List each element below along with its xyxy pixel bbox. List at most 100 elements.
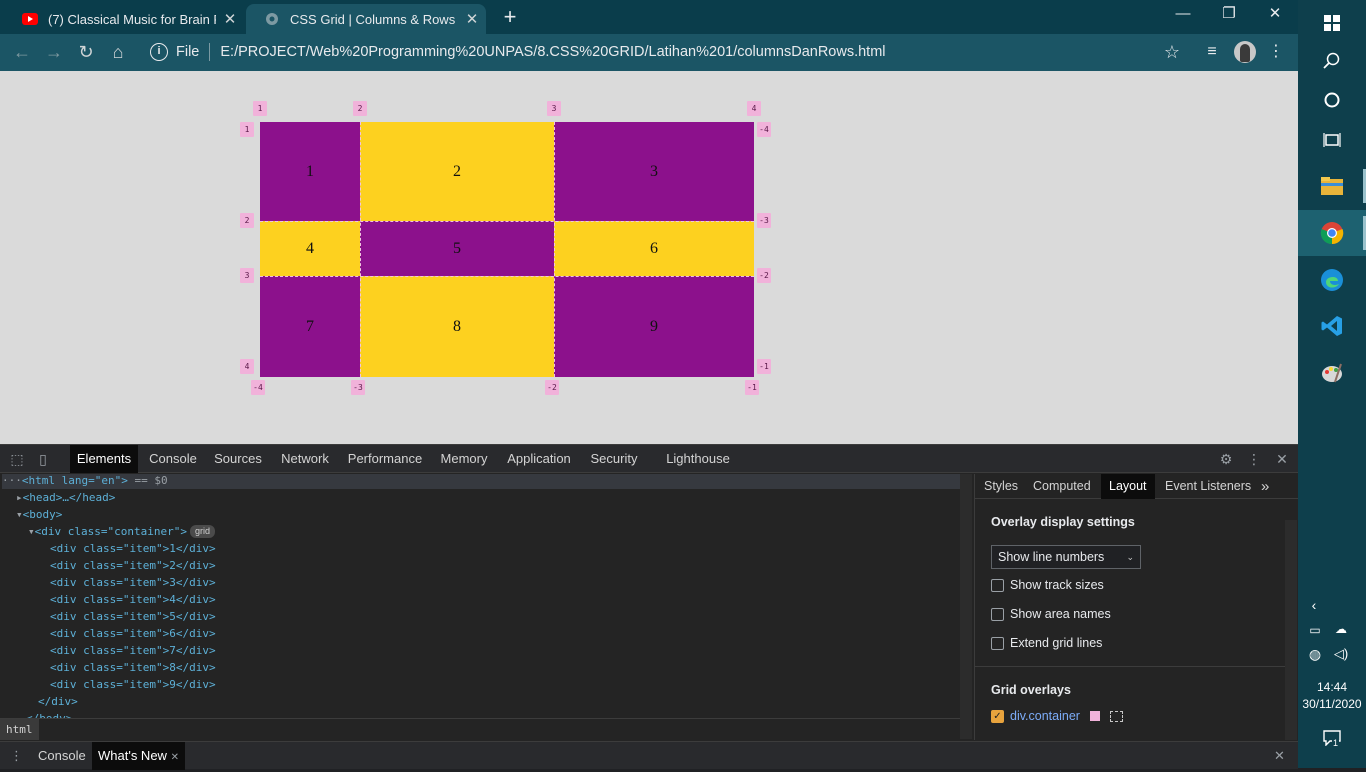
url-text[interactable]: E:/PROJECT/Web%20Programming%20UNPAS/8.C…	[220, 44, 885, 60]
drawer-tab-whats-new[interactable]: What's New ✕	[92, 742, 185, 770]
tab-security[interactable]: Security	[584, 445, 644, 473]
breadcrumb-item[interactable]: html	[0, 719, 39, 740]
tab-styles[interactable]: Styles	[984, 474, 1018, 499]
grid-line-label: 4	[747, 101, 761, 116]
tab-memory[interactable]: Memory	[434, 445, 494, 473]
grid-item-7: 7	[260, 276, 360, 377]
overlay-select[interactable]: Show line numbers ⌄	[991, 545, 1141, 569]
tab-application[interactable]: Application	[500, 445, 578, 473]
back-icon[interactable]: ←	[8, 38, 36, 66]
grid-item-4: 4	[260, 221, 360, 276]
clock-time[interactable]: 14:44	[1298, 680, 1366, 694]
ellipsis: ···	[2, 474, 22, 487]
battery-icon[interactable]: ▭	[1306, 623, 1324, 637]
tab-performance[interactable]: Performance	[342, 445, 428, 473]
bookmark-star-icon[interactable]: ☆	[1160, 38, 1184, 66]
new-tab-button[interactable]: +	[496, 4, 524, 32]
dom-node-head[interactable]: ▸<head>…</head>	[16, 489, 115, 506]
tab-lighthouse[interactable]: Lighthouse	[660, 445, 736, 473]
close-drawer-icon[interactable]: ✕	[1274, 742, 1285, 770]
maximize-button[interactable]: ❐	[1206, 0, 1252, 30]
more-tabs-icon[interactable]: »	[1261, 474, 1269, 499]
tab-network[interactable]: Network	[274, 445, 336, 473]
triangle-down-icon[interactable]: ▾	[16, 508, 23, 521]
forward-icon[interactable]: →	[40, 38, 68, 66]
drawer-menu-icon[interactable]: ⋮	[10, 742, 23, 770]
media-control-icon[interactable]: ≡	[1198, 38, 1226, 66]
menu-kebab-icon[interactable]: ⋮	[1262, 38, 1290, 66]
notification-center-icon[interactable]: 1	[1320, 730, 1344, 750]
color-swatch[interactable]	[1089, 711, 1100, 721]
edge-icon[interactable]	[1298, 257, 1366, 303]
task-view-icon[interactable]	[1298, 117, 1366, 163]
sidebar-scrollbar[interactable]	[1285, 520, 1297, 740]
triangle-down-icon[interactable]: ▾	[28, 525, 35, 538]
overlay-element-link[interactable]: div.container	[1010, 709, 1080, 723]
checkbox-box[interactable]	[991, 636, 1004, 650]
volume-icon[interactable]: ◁)	[1330, 646, 1352, 662]
dom-node-item[interactable]: <div class="item">1</div>	[50, 540, 216, 557]
paint-icon[interactable]	[1298, 350, 1366, 396]
show-track-sizes-checkbox[interactable]: Show track sizes	[991, 578, 1104, 592]
tab-console[interactable]: Console	[142, 445, 204, 473]
dom-node-item[interactable]: <div class="item">5</div>	[50, 608, 216, 625]
tab-sources[interactable]: Sources	[208, 445, 268, 473]
dom-node-item[interactable]: <div class="item">6</div>	[50, 625, 216, 642]
settings-gear-icon[interactable]: ⚙	[1215, 445, 1237, 473]
dom-node-item[interactable]: <div class="item">7</div>	[50, 642, 216, 659]
dom-node-item[interactable]: <div class="item">2</div>	[50, 557, 216, 574]
device-toolbar-icon[interactable]: ▯	[32, 445, 54, 473]
tab-css-grid[interactable]: CSS Grid | Columns & Rows ✕	[246, 4, 486, 34]
show-area-names-checkbox[interactable]: Show area names	[991, 607, 1111, 621]
close-window-button[interactable]: ✕	[1252, 0, 1298, 30]
elements-scrollbar[interactable]	[960, 474, 972, 739]
grid-line-label: 2	[240, 213, 254, 228]
checkbox-checked-icon[interactable]: ✓	[991, 709, 1004, 723]
dom-node-container[interactable]: ▾<div class="container"> grid	[28, 523, 215, 540]
triangle-right-icon[interactable]: ▸	[16, 491, 23, 504]
dom-node-body-close[interactable]: </body>	[26, 710, 72, 718]
dom-node-item[interactable]: <div class="item">9</div>	[50, 676, 216, 693]
chevron-left-icon[interactable]: ‹	[1306, 597, 1322, 613]
address-bar[interactable]: i File E:/PROJECT/Web%20Programming%20UN…	[142, 37, 1192, 67]
tab-youtube[interactable]: (7) Classical Music for Brain Powe ✕	[4, 4, 244, 34]
dom-node-container-close[interactable]: </div>	[38, 693, 78, 710]
dom-node-item[interactable]: <div class="item">4</div>	[50, 591, 216, 608]
tab-close-icon[interactable]: ✕	[458, 10, 486, 28]
drawer-tab-console[interactable]: Console	[38, 742, 86, 770]
network-globe-icon[interactable]: ◍	[1306, 646, 1324, 663]
dom-node-html[interactable]: ···<html lang="en"> == $0	[2, 474, 960, 489]
tab-computed[interactable]: Computed	[1033, 474, 1091, 499]
highlight-element-icon[interactable]	[1109, 710, 1123, 722]
close-devtools-icon[interactable]: ✕	[1271, 445, 1293, 473]
dom-node-item[interactable]: <div class="item">8</div>	[50, 659, 216, 676]
onedrive-icon[interactable]: ☁	[1330, 622, 1352, 636]
tab-event-listeners[interactable]: Event Listeners	[1165, 474, 1251, 499]
tab-close-icon[interactable]: ✕	[216, 10, 244, 28]
info-icon[interactable]: i	[150, 43, 168, 61]
extend-grid-lines-checkbox[interactable]: Extend grid lines	[991, 636, 1102, 650]
minimize-button[interactable]: —	[1160, 0, 1206, 30]
dom-node-item[interactable]: <div class="item">3</div>	[50, 574, 216, 591]
devtools-menu-icon[interactable]: ⋮	[1243, 445, 1265, 473]
home-icon[interactable]: ⌂	[104, 38, 132, 66]
tab-layout[interactable]: Layout	[1101, 474, 1155, 499]
grid-item-6: 6	[554, 221, 754, 276]
reload-icon[interactable]: ↻	[72, 38, 100, 66]
chrome-icon[interactable]	[1298, 210, 1366, 256]
tab-elements[interactable]: Elements	[70, 445, 138, 473]
checkbox-box[interactable]	[991, 607, 1004, 621]
sidebar-tabs: Styles Computed Layout Event Listeners »	[975, 474, 1299, 499]
inspect-element-icon[interactable]: ⬚	[6, 445, 28, 473]
page-viewport: 1 2 3 4 5 6 7 8 9 1 2 3 4 -4 -3 -2 -1 1 …	[0, 71, 1298, 444]
close-icon[interactable]: ✕	[171, 752, 179, 763]
dom-node-body[interactable]: ▾<body>	[16, 506, 62, 523]
checkbox-box[interactable]	[991, 578, 1004, 592]
grid-line-label: 3	[547, 101, 561, 116]
clock-date[interactable]: 30/11/2020	[1298, 697, 1366, 711]
file-explorer-icon[interactable]	[1298, 163, 1366, 209]
grid-overlay-item[interactable]: ✓ div.container	[991, 709, 1123, 723]
vscode-icon[interactable]	[1298, 303, 1366, 349]
grid-badge[interactable]: grid	[189, 525, 215, 538]
avatar[interactable]	[1234, 41, 1256, 63]
